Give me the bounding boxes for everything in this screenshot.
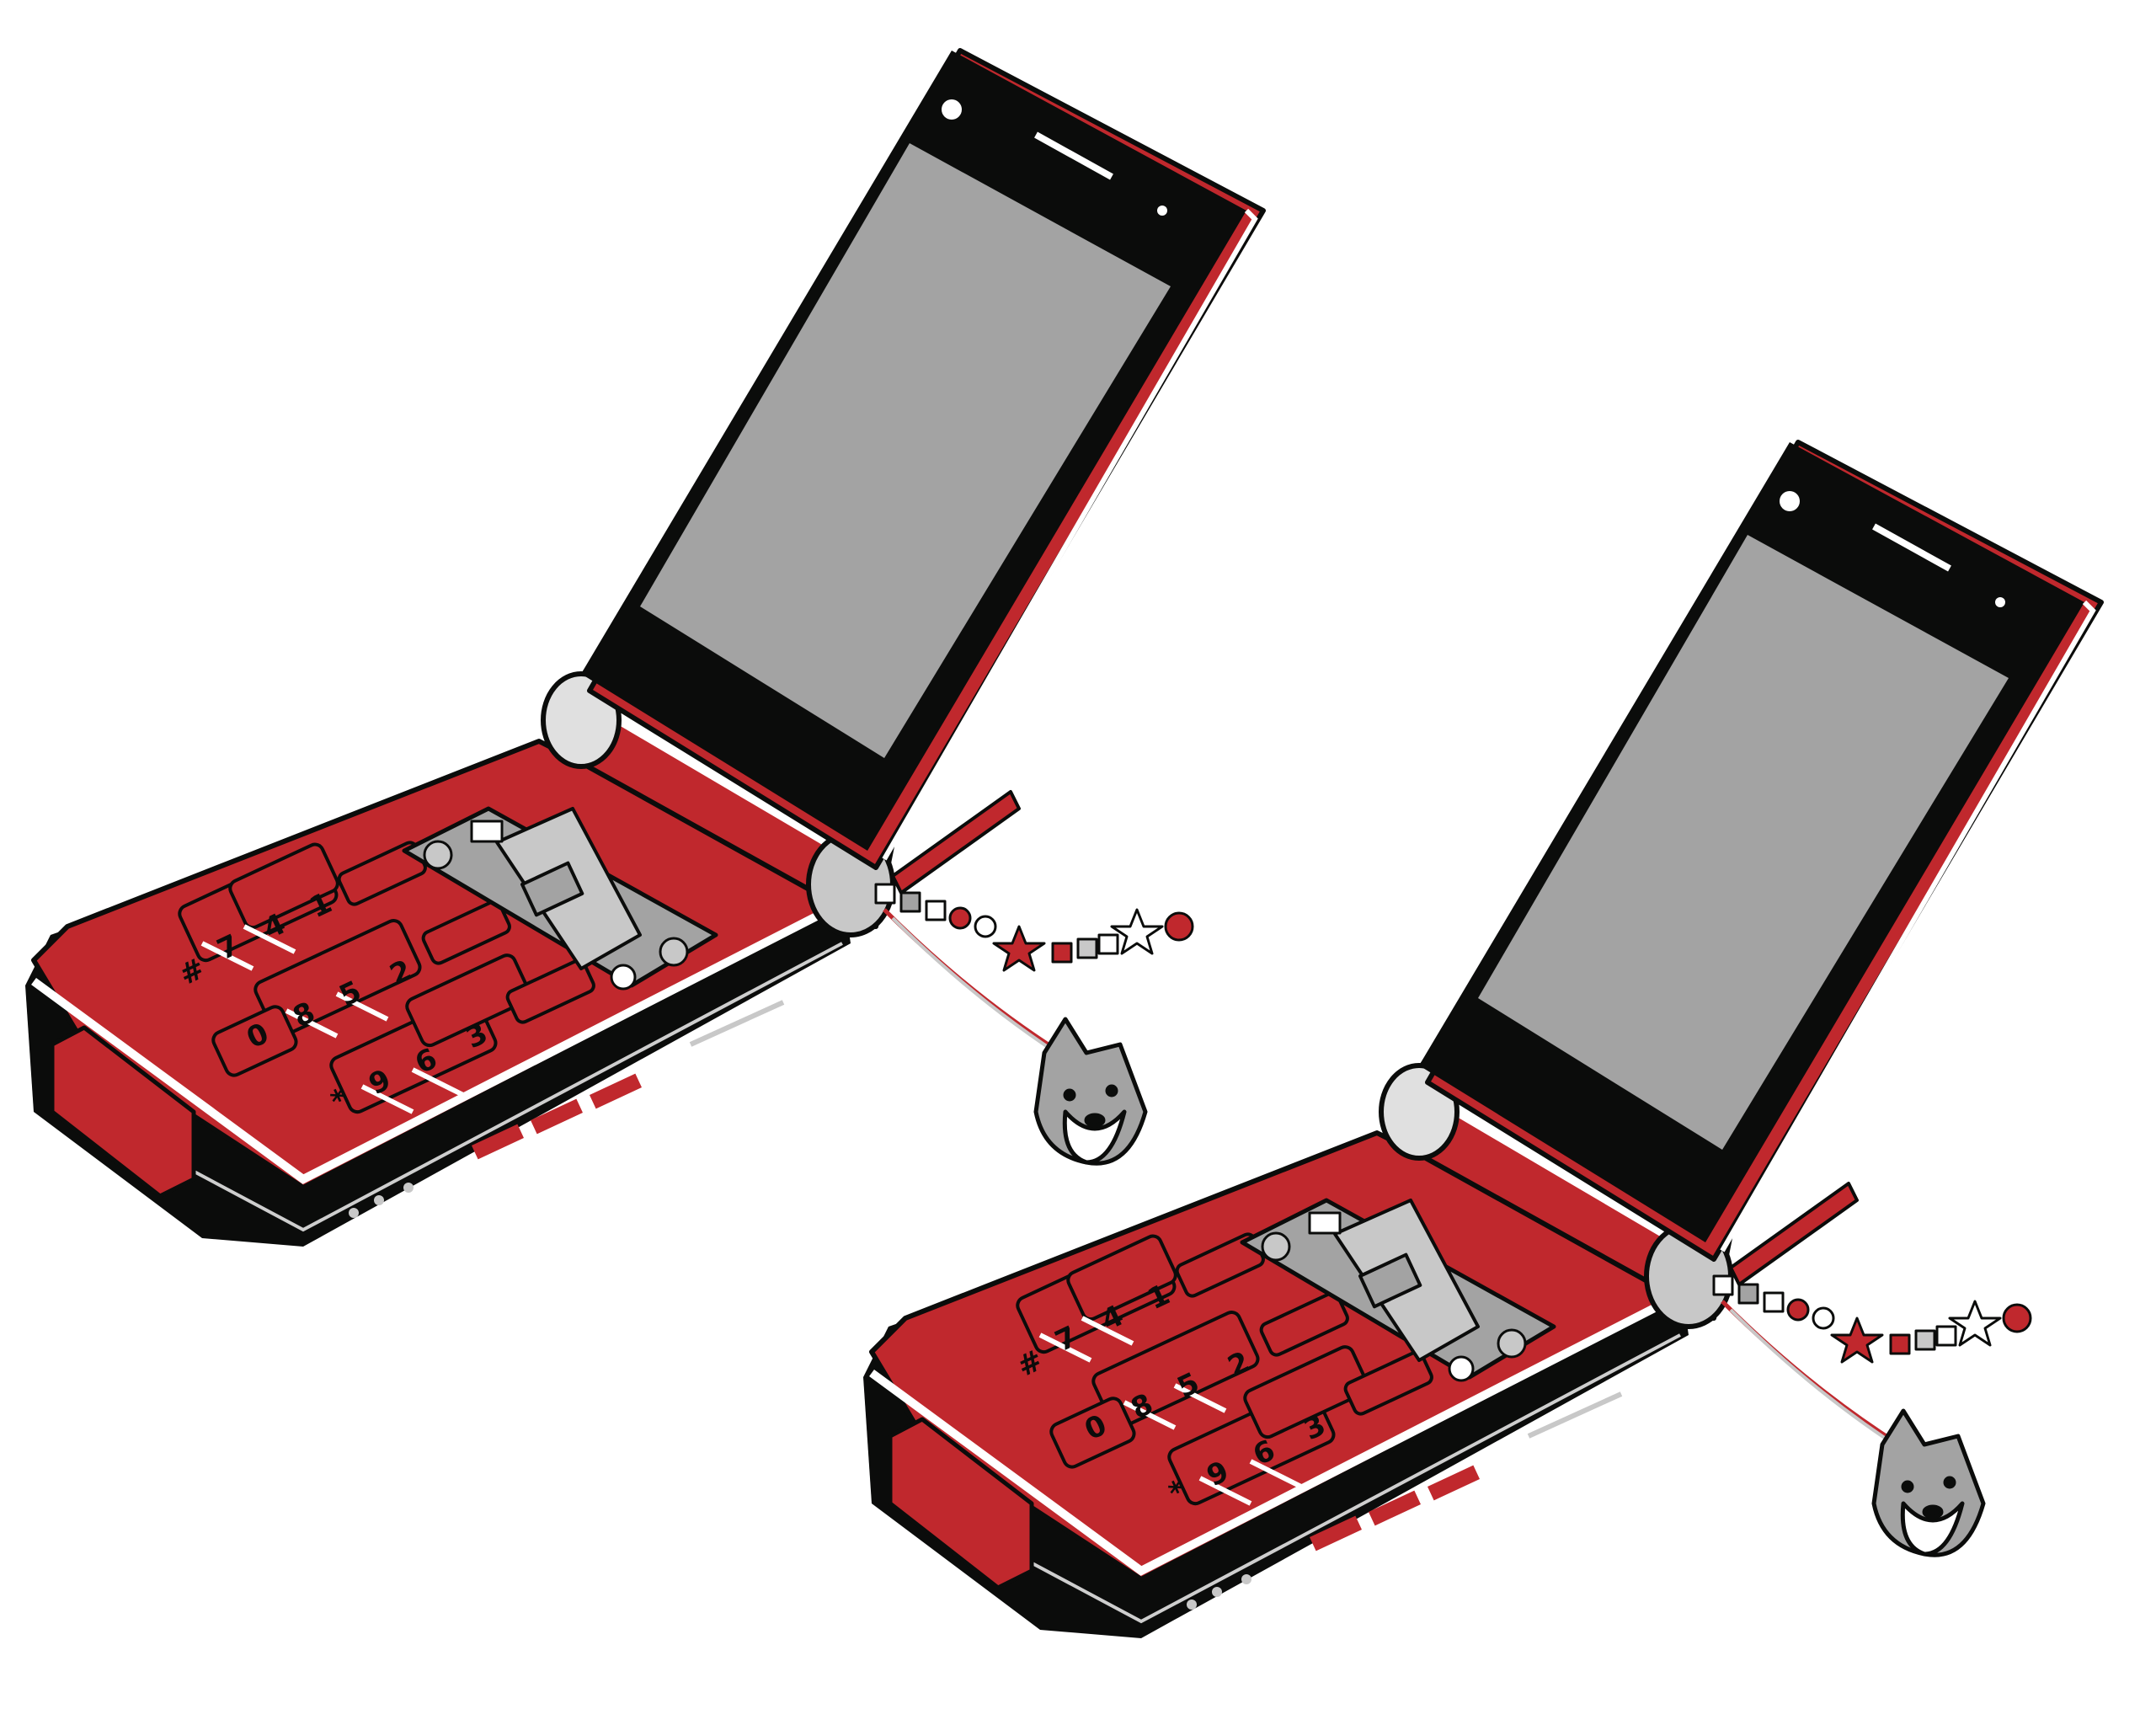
flip-phone-right: 1 4 7 # 2 5 8 0 3 6 9 * xyxy=(863,442,2101,1638)
illustration-canvas: 1 4 7 # 2 5 8 0 3 6 9 * 1 4 7 # 2 5 8 0 … xyxy=(0,0,2156,1725)
flip-phone-left: 1 4 7 # 2 5 8 0 3 6 9 * xyxy=(25,51,1263,1247)
